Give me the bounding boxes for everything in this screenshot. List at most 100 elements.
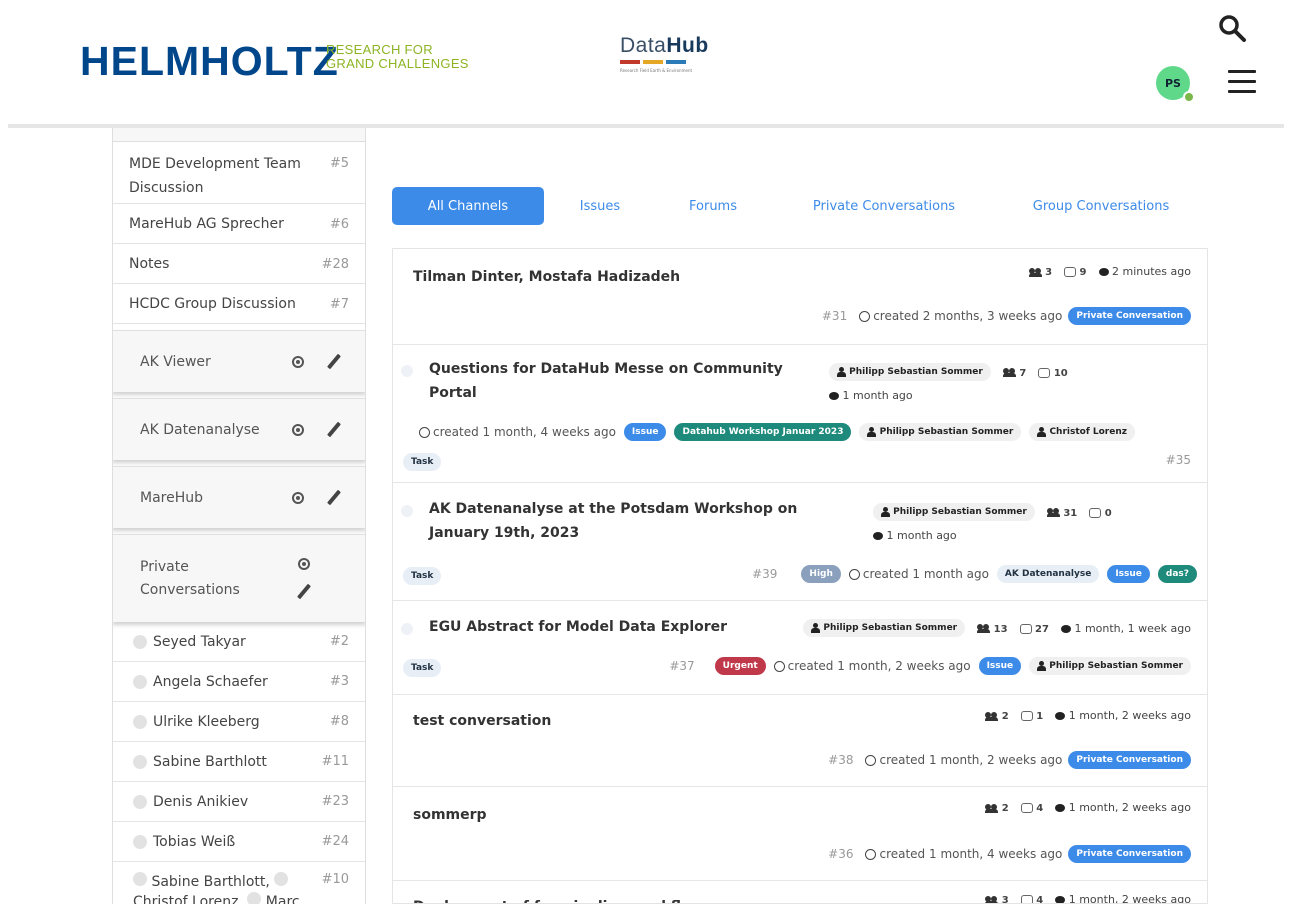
user-avatar-icon bbox=[133, 634, 147, 649]
comments-icon bbox=[1020, 711, 1033, 721]
assignee-name: Christof Lorenz bbox=[1049, 427, 1127, 437]
author-name: Philipp Sebastian Sommer bbox=[849, 367, 983, 377]
tab-forums[interactable]: Forums bbox=[670, 187, 756, 225]
issue-badge[interactable]: Issue bbox=[1107, 565, 1150, 583]
sidebar-item-notes[interactable]: Notes #28 bbox=[113, 244, 365, 284]
last-message-icon bbox=[1055, 896, 1066, 903]
tab-private-conversations[interactable]: Private Conversations bbox=[790, 187, 978, 225]
task-badge[interactable]: Task bbox=[403, 659, 442, 677]
channel-title[interactable]: Questions for DataHub Messe on Community… bbox=[429, 357, 789, 405]
person-number: #10 bbox=[321, 872, 349, 887]
list-item[interactable]: Questions for DataHub Messe on Community… bbox=[393, 345, 1207, 483]
sidebar-item-hcdc[interactable]: HCDC Group Discussion #7 bbox=[113, 284, 365, 324]
channel-number: #39 bbox=[752, 567, 778, 581]
sidebar-person-denis-anikiev[interactable]: Denis Anikiev #23 bbox=[113, 782, 365, 822]
sidebar-group-marehub[interactable]: MareHub bbox=[113, 466, 365, 528]
last-message-icon bbox=[1055, 804, 1066, 812]
tab-issues[interactable]: Issues bbox=[560, 187, 640, 225]
list-item[interactable]: sommerp 2 4 1 month, 2 weeks ago #36 cre… bbox=[393, 787, 1207, 881]
channel-title[interactable]: sommerp bbox=[413, 803, 487, 827]
add-channel-icon[interactable] bbox=[292, 423, 304, 436]
sidebar-group-label: MareHub bbox=[140, 489, 204, 506]
channel-sidebar: MDE Development Team Discussion #5 MareH… bbox=[112, 128, 366, 904]
issue-badge[interactable]: Issue bbox=[978, 657, 1022, 675]
list-item[interactable]: AK Datenanalyse at the Potsdam Workshop … bbox=[393, 483, 1207, 601]
channel-footer: #37 Urgent created 1 month, 2 weeks ago … bbox=[669, 657, 1191, 675]
person-label: Angela Schaefer bbox=[153, 673, 268, 690]
channel-footer: created 1 month, 4 weeks ago Issue Datah… bbox=[419, 423, 1135, 441]
task-badge[interactable]: Task bbox=[403, 567, 442, 585]
sidebar-person-ulrike-kleeberg[interactable]: Ulrike Kleeberg #8 bbox=[113, 702, 365, 742]
status-badge[interactable]: Private Conversation bbox=[1068, 307, 1191, 325]
members-count: 13 bbox=[993, 623, 1008, 635]
channel-number: #35 bbox=[1165, 453, 1191, 467]
members-count: 2 bbox=[1001, 711, 1009, 722]
add-channel-icon[interactable] bbox=[292, 491, 304, 504]
sidebar-person-seyed-takyar[interactable]: Seyed Takyar #2 bbox=[113, 622, 365, 662]
sidebar-group-label: AK Viewer bbox=[140, 353, 211, 370]
menu-icon[interactable] bbox=[1228, 70, 1256, 94]
channel-title[interactable]: EGU Abstract for Model Data Explorer bbox=[429, 615, 727, 639]
list-item[interactable]: Deployment of fac-pipeline workflow 3 4 … bbox=[393, 881, 1207, 904]
status-badge[interactable]: Private Conversation bbox=[1068, 751, 1191, 769]
channel-number: #31 bbox=[821, 309, 848, 323]
sidebar-group-ak-viewer[interactable]: AK Viewer bbox=[113, 330, 365, 392]
members-count: 3 bbox=[1001, 895, 1009, 904]
list-item[interactable]: EGU Abstract for Model Data Explorer Phi… bbox=[393, 601, 1207, 695]
comments-icon bbox=[1020, 895, 1033, 903]
channel-title[interactable]: Tilman Dinter, Mostafa Hadizadeh bbox=[413, 265, 680, 289]
edit-icon[interactable] bbox=[326, 354, 342, 370]
channel-badge[interactable]: AK Datenanalyse bbox=[996, 565, 1100, 583]
edit-icon[interactable] bbox=[296, 584, 312, 600]
channel-stats: Philipp Sebastian Sommer 7 10 bbox=[829, 363, 1068, 381]
person-label: Sabine Barthlott bbox=[153, 753, 267, 770]
list-item[interactable]: test conversation 2 1 1 month, 2 weeks a… bbox=[393, 695, 1207, 787]
edit-icon[interactable] bbox=[326, 422, 342, 438]
channel-badge[interactable]: Datahub Workshop Januar 2023 bbox=[674, 423, 852, 441]
sidebar-group-ak-datenanalyse[interactable]: AK Datenanalyse bbox=[113, 398, 365, 460]
tab-all-channels[interactable]: All Channels bbox=[392, 187, 544, 225]
sidebar-item-marehub-ag[interactable]: MareHub AG Sprecher #6 bbox=[113, 204, 365, 244]
task-badge[interactable]: Task bbox=[403, 453, 442, 471]
tag-badge[interactable]: das? bbox=[1157, 565, 1197, 583]
expand-bullet-icon[interactable] bbox=[401, 623, 413, 635]
last-activity-line: 1 month ago bbox=[829, 389, 913, 402]
expand-bullet-icon[interactable] bbox=[401, 505, 413, 517]
status-badge[interactable]: Private Conversation bbox=[1068, 845, 1191, 863]
comments-count: 9 bbox=[1079, 267, 1087, 278]
channel-number: #36 bbox=[828, 847, 854, 861]
add-channel-icon[interactable] bbox=[298, 557, 310, 570]
list-item[interactable]: Tilman Dinter, Mostafa Hadizadeh 3 9 2 m… bbox=[393, 249, 1207, 345]
sidebar-person-tobias-weiss[interactable]: Tobias Weiß #24 bbox=[113, 822, 365, 862]
helmholtz-logo[interactable]: HELMHOLTZ bbox=[80, 38, 339, 85]
edit-icon[interactable] bbox=[326, 490, 342, 506]
search-icon[interactable] bbox=[1217, 13, 1247, 43]
created-date: created 1 month, 4 weeks ago bbox=[433, 425, 616, 439]
sidebar-group-private-conversations[interactable]: Private Conversations bbox=[113, 534, 365, 622]
datahub-logo[interactable]: DataHub Research Field Earth & Environme… bbox=[620, 34, 720, 84]
channel-title[interactable]: test conversation bbox=[413, 709, 551, 733]
comments-count: 1 bbox=[1036, 711, 1044, 722]
user-icon bbox=[811, 622, 821, 633]
channel-title[interactable]: AK Datenanalyse at the Potsdam Workshop … bbox=[429, 497, 859, 545]
user-icon bbox=[867, 426, 877, 437]
channel-title[interactable]: Deployment of fac-pipeline workflow bbox=[413, 895, 704, 903]
sidebar-person-sabine-barthlott[interactable]: Sabine Barthlott #11 bbox=[113, 742, 365, 782]
clock-icon bbox=[419, 427, 430, 438]
sidebar-person-angela-schaefer[interactable]: Angela Schaefer #3 bbox=[113, 662, 365, 702]
last-message-icon bbox=[829, 392, 839, 400]
sidebar-person-group-conversation[interactable]: Sabine Barthlott, Christof Lorenz, Marc … bbox=[113, 862, 365, 904]
tab-group-conversations[interactable]: Group Conversations bbox=[1010, 187, 1192, 225]
person-label: Tobias Weiß bbox=[153, 833, 236, 850]
clock-icon bbox=[865, 849, 877, 860]
channel-number: #38 bbox=[828, 753, 854, 767]
issue-badge[interactable]: Issue bbox=[623, 423, 667, 441]
priority-badge[interactable]: Urgent bbox=[714, 657, 766, 675]
person-label: Marc bbox=[265, 894, 300, 904]
channel-footer: #36 created 1 month, 4 weeks ago Private… bbox=[828, 845, 1191, 863]
priority-badge[interactable]: High bbox=[801, 565, 841, 583]
add-channel-icon[interactable] bbox=[292, 355, 304, 368]
person-label: Christof Lorenz, bbox=[133, 894, 243, 904]
expand-bullet-icon[interactable] bbox=[401, 365, 413, 377]
sidebar-item-mde-development[interactable]: MDE Development Team Discussion #5 bbox=[113, 142, 365, 204]
